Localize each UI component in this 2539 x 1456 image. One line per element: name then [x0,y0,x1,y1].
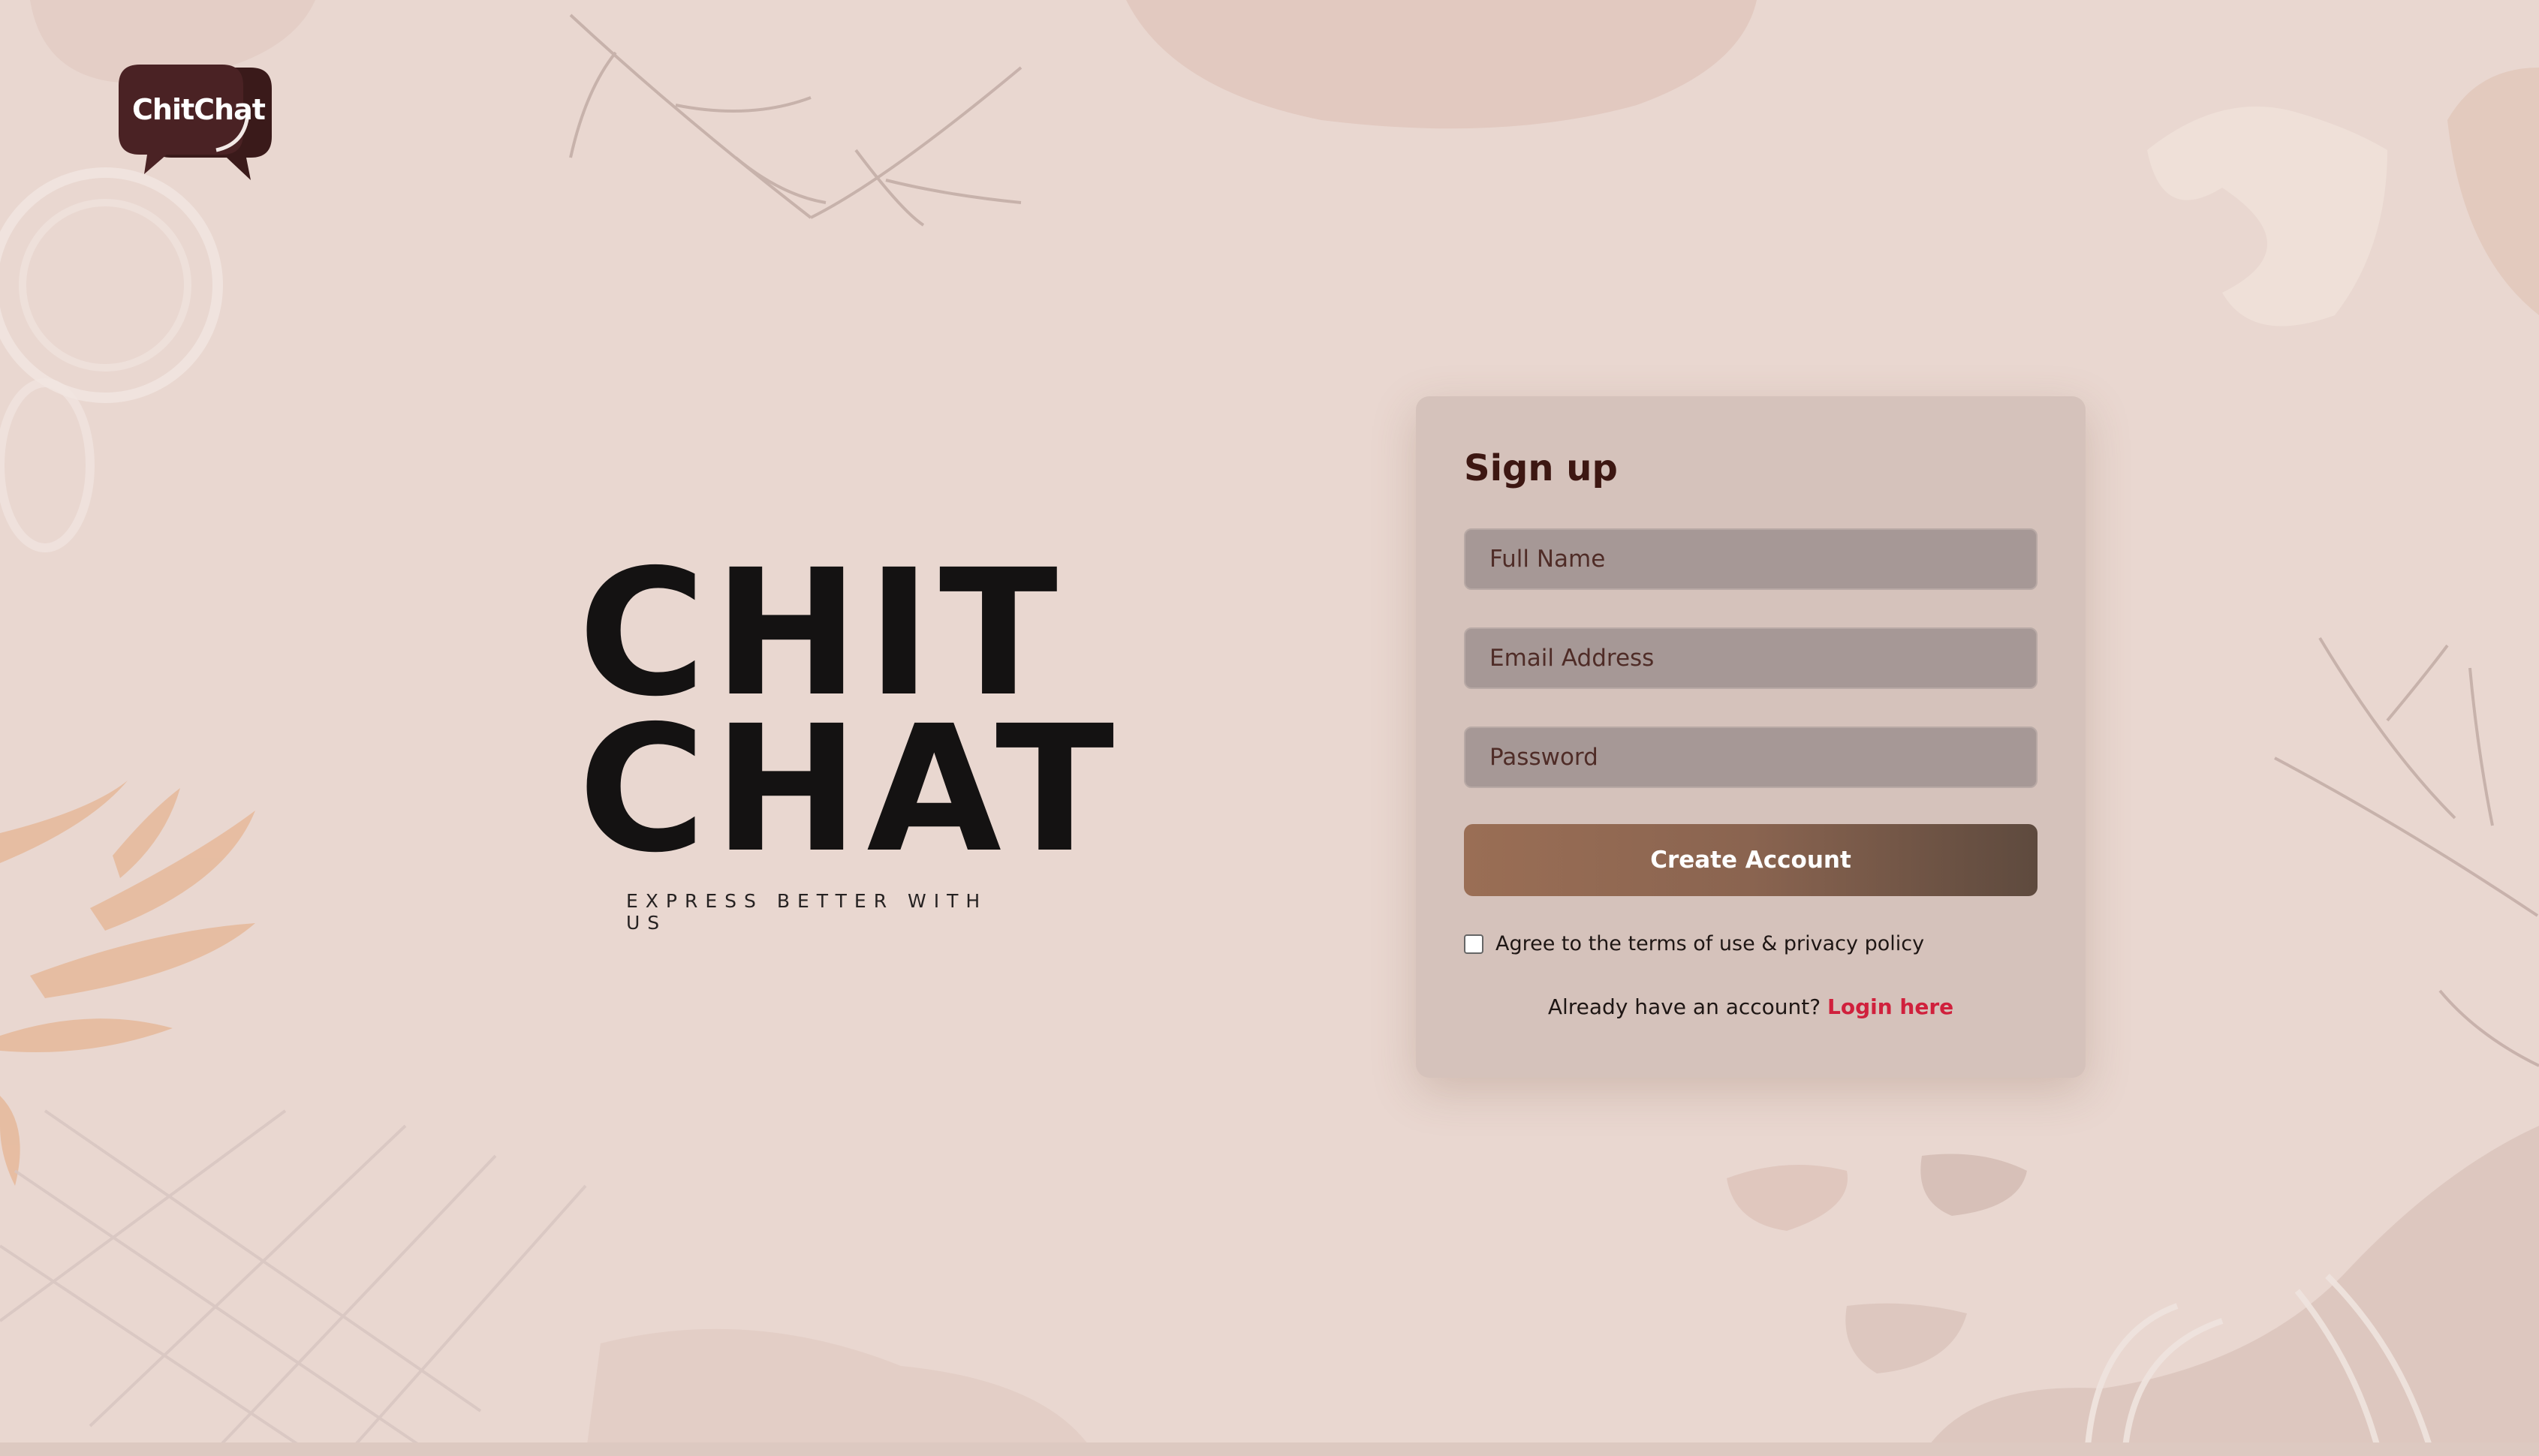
terms-row: Agree to the terms of use & privacy poli… [1464,932,2038,955]
terms-checkbox[interactable] [1464,934,1483,954]
chitchat-logo: ChitChat [119,62,272,183]
logo-text: ChitChat [132,93,266,126]
brand-tagline: EXPRESS BETTER WITH US [626,890,988,934]
login-prompt-row: Already have an account? Login here [1464,994,2038,1019]
terms-label: Agree to the terms of use & privacy poli… [1495,932,1925,955]
email-input[interactable] [1464,627,2038,689]
signup-title: Sign up [1464,447,1618,489]
create-account-button[interactable]: Create Account [1464,824,2038,896]
brand-hero: CHIT CHAT EXPRESS BETTER WITH US [578,546,1122,934]
full-name-input[interactable] [1464,528,2038,590]
brand-title-line2: CHAT [578,688,1122,891]
login-prompt-text: Already have an account? [1547,994,1828,1019]
decorative-background [0,0,2539,1456]
password-input[interactable] [1464,726,2038,788]
login-link[interactable]: Login here [1827,994,1953,1019]
signup-card: Sign up Create Account Agree to the term… [1416,396,2086,1078]
